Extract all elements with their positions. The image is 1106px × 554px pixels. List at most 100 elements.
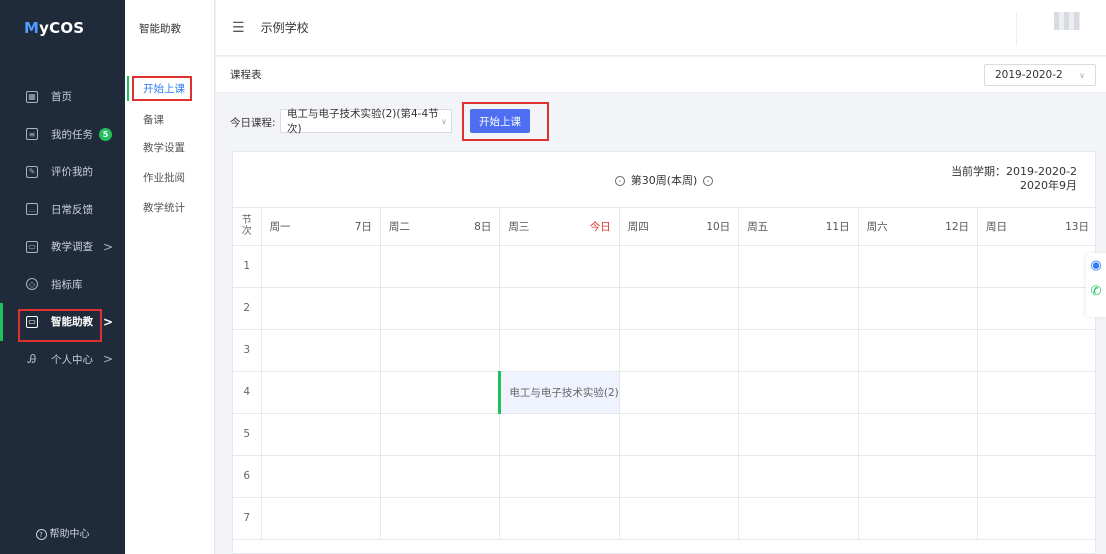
mycos-logo[interactable]: MyCOS: [0, 0, 125, 56]
timetable-cell[interactable]: [738, 496, 859, 540]
timetable-cell[interactable]: [977, 370, 1097, 414]
day-name: 周日: [986, 220, 1008, 233]
timetable-cell[interactable]: [260, 286, 381, 330]
timetable-cell[interactable]: [379, 244, 501, 288]
timetable-cell[interactable]: [738, 370, 859, 414]
timetable-cell[interactable]: [260, 328, 381, 372]
course-select[interactable]: 电工与电子技术实验(2)(第4-4节次) ∨: [280, 108, 452, 135]
sidebar-item-label: 首页: [51, 91, 72, 104]
timetable-cell[interactable]: [379, 412, 501, 456]
timetable-cell[interactable]: [499, 412, 620, 456]
timetable-cell[interactable]: [260, 412, 381, 456]
day-header-thu: 周四 10日: [618, 208, 740, 246]
current-term-label: 当前学期：2019-2020-2: [951, 165, 1077, 178]
main-sidebar: MyCOS ▦ 首页 ≡ 我的任务 5 ✎ 评价我的 … 日常反馈 ▭ 教学调查…: [0, 0, 125, 554]
timetable-cell[interactable]: [379, 496, 501, 540]
period-number: 4: [233, 370, 262, 414]
menu-toggle-icon[interactable]: ☰: [232, 20, 245, 36]
timetable-cell[interactable]: [738, 454, 859, 498]
day-date-today: 今日: [589, 220, 611, 233]
timetable-cell[interactable]: [977, 496, 1097, 540]
timetable-cell[interactable]: [260, 244, 381, 288]
main-content: 课程表 2019-2020-2 ∨ 今日课程: 电工与电子技术实验(2)(第4-…: [216, 57, 1106, 554]
help-center-label: 帮助中心: [49, 528, 90, 540]
start-class-button[interactable]: 开始上课: [470, 109, 530, 133]
user-icon: Ꭿ: [27, 351, 37, 366]
timetable-cell[interactable]: [857, 454, 979, 498]
timetable-cell[interactable]: [618, 496, 740, 540]
sidebar-item-index-library[interactable]: ◇ 指标库: [0, 266, 125, 304]
timetable-cell[interactable]: [857, 370, 979, 414]
timetable-cell[interactable]: [977, 286, 1097, 330]
sidebar-item-teaching-survey[interactable]: ▭ 教学调查 >: [0, 228, 125, 266]
timetable-cell[interactable]: [260, 370, 381, 414]
day-date: 7日: [354, 220, 372, 233]
sidebar-item-my-tasks[interactable]: ≡ 我的任务 5: [0, 116, 125, 154]
timetable-cell[interactable]: [618, 244, 740, 288]
submenu-item-teaching-stats[interactable]: 教学统计: [143, 202, 185, 215]
timetable-cell[interactable]: [977, 454, 1097, 498]
timetable-cell[interactable]: [260, 496, 381, 540]
day-date: 10日: [706, 220, 731, 233]
day-date: 12日: [945, 220, 970, 233]
prev-week-icon[interactable]: ‹: [614, 176, 625, 186]
timetable-cell[interactable]: [738, 412, 859, 456]
timetable-cell[interactable]: [618, 370, 740, 414]
timetable-cell[interactable]: [738, 286, 859, 330]
timetable-cell[interactable]: [977, 412, 1097, 456]
timetable-cell[interactable]: [499, 328, 620, 372]
sidebar-item-personal-center[interactable]: Ꭿ 个人中心 >: [0, 341, 125, 379]
day-name: 周二: [388, 220, 410, 233]
timetable-cell[interactable]: [379, 328, 501, 372]
timetable-cell[interactable]: [857, 328, 979, 372]
timetable-cell[interactable]: [618, 328, 740, 372]
timetable-cell[interactable]: [499, 244, 620, 288]
submenu-item-homework-review[interactable]: 作业批阅: [143, 172, 185, 185]
timetable-cell[interactable]: [499, 286, 620, 330]
phone-icon[interactable]: ✆: [1086, 279, 1106, 305]
timetable-cell[interactable]: [738, 328, 859, 372]
timetable-cell[interactable]: [977, 328, 1097, 372]
submenu-item-prepare[interactable]: 备课: [143, 114, 164, 127]
next-week-icon[interactable]: ›: [703, 176, 714, 186]
timetable: ‹ 第30周(本周) › 当前学期：2019-2020-2 2020年9月 节次 周…: [232, 151, 1097, 554]
week-navigation-row: ‹ 第30周(本周) › 当前学期：2019-2020-2 2020年9月: [233, 152, 1095, 208]
timetable-cell[interactable]: [977, 244, 1097, 288]
timetable-cell[interactable]: [857, 244, 979, 288]
timetable-cell[interactable]: [618, 454, 740, 498]
timetable-cell[interactable]: [379, 370, 501, 414]
term-select[interactable]: 2019-2020-2 ∨: [984, 64, 1096, 86]
task-count-badge: 5: [99, 127, 112, 141]
submenu-item-teaching-settings[interactable]: 教学设置: [143, 142, 185, 155]
timetable-cell[interactable]: [379, 454, 501, 498]
timetable-cell[interactable]: [738, 244, 859, 288]
sidebar-item-daily-feedback[interactable]: … 日常反馈: [0, 191, 125, 229]
table-row: 1: [233, 244, 1097, 288]
chevron-right-icon: >: [103, 352, 114, 367]
timetable-cell[interactable]: [499, 496, 620, 540]
day-date: 11日: [825, 220, 850, 233]
timetable-cell[interactable]: [618, 412, 740, 456]
timetable-cell[interactable]: [857, 412, 979, 456]
timetable-cell[interactable]: [618, 286, 740, 330]
timetable-grid: 节次 周一 7日 周二 8日 周三 今日 周四 10日 周五 11日 周六 12日 周日 13…: [233, 208, 1097, 540]
sub-sidebar-title: 智能助教: [139, 22, 181, 35]
submenu-item-start-class[interactable]: 开始上课: [143, 83, 185, 96]
sidebar-item-home[interactable]: ▦ 首页: [0, 78, 125, 116]
timetable-cell[interactable]: [260, 454, 381, 498]
chat-icon[interactable]: ◉: [1086, 253, 1106, 279]
timetable-cell[interactable]: [857, 496, 979, 540]
timetable-cell[interactable]: [499, 454, 620, 498]
help-center-link[interactable]: ? 帮助中心: [0, 525, 125, 540]
sidebar-item-label: 我的任务: [51, 128, 93, 141]
day-name: 周四: [627, 220, 649, 233]
course-entry[interactable]: 电工与电子技术实验(2): [498, 370, 620, 414]
grid-icon: ▦: [26, 90, 38, 103]
timetable-cell[interactable]: [379, 286, 501, 330]
timetable-cell[interactable]: [857, 286, 979, 330]
floating-service-bar: ◉ ✆: [1086, 253, 1106, 317]
day-name: 周三: [508, 220, 530, 233]
table-row: 2: [233, 286, 1097, 330]
sidebar-item-evaluate-me[interactable]: ✎ 评价我的: [0, 153, 125, 191]
sidebar-item-label: 日常反馈: [51, 203, 93, 216]
